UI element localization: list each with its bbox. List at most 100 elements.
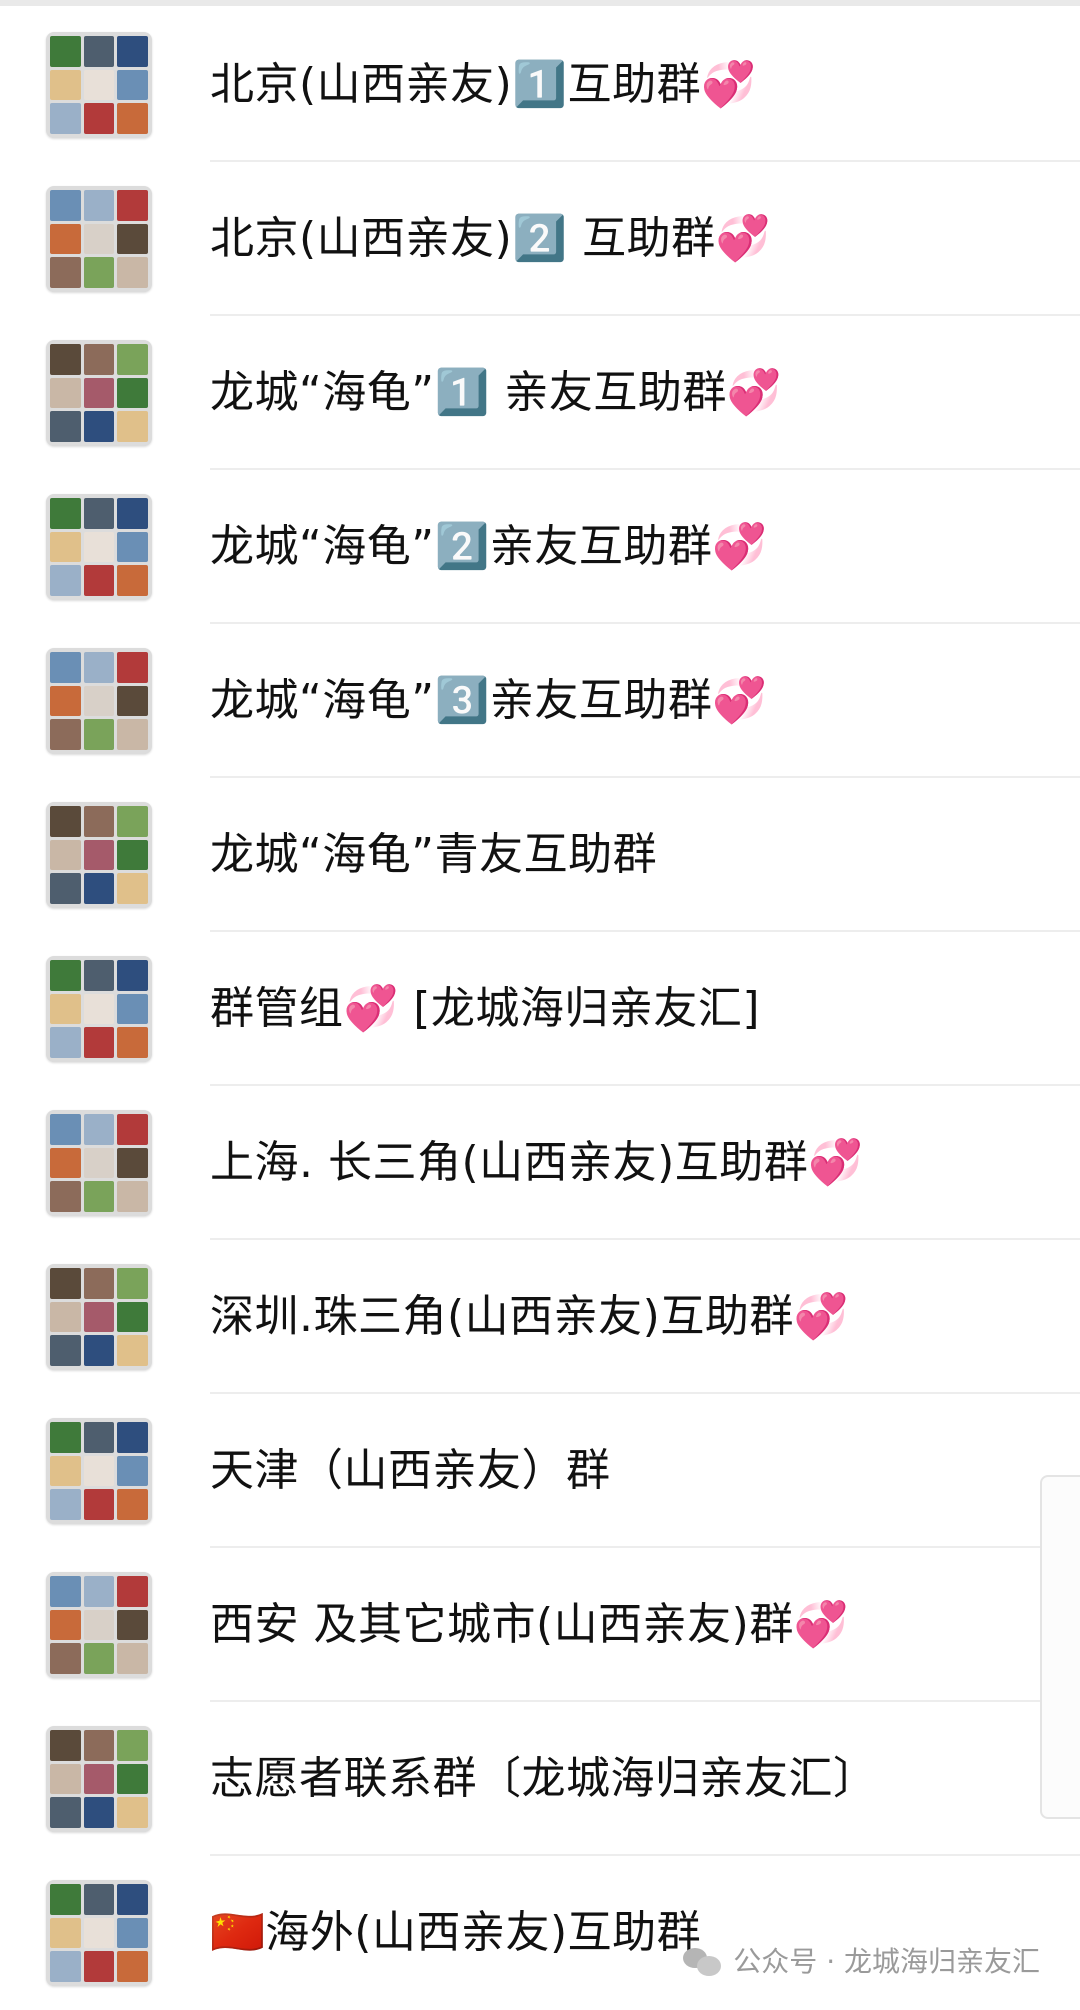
group-row[interactable]: 西安 及其它城市(山西亲友)群💞 (0, 1548, 1080, 1702)
avatar-tile (117, 1147, 148, 1179)
avatar-tile (117, 1643, 148, 1674)
avatar-tile (117, 1951, 148, 1982)
group-name: 龙城“海龟”2️⃣亲友互助群💞 (210, 521, 768, 572)
avatar-tile (50, 1797, 81, 1828)
group-name: 天津（山西亲友）群 (210, 1445, 611, 1496)
avatar-tile (50, 839, 81, 871)
group-name: 群管组💞 [龙城海归亲友汇] (210, 983, 761, 1034)
group-avatar (46, 802, 152, 908)
avatar-tile (83, 1422, 115, 1453)
group-name: 西安 及其它城市(山西亲友)群💞 (210, 1599, 850, 1650)
avatar-tile (117, 36, 148, 67)
group-row[interactable]: 龙城“海龟”3️⃣亲友互助群💞 (0, 624, 1080, 778)
avatar-tile (117, 1455, 148, 1487)
avatar-tile (117, 652, 148, 683)
avatar-tile (50, 411, 81, 442)
avatar-tile (117, 1609, 148, 1641)
scroll-indicator[interactable] (1040, 1475, 1080, 1819)
avatar-tile (117, 719, 148, 750)
avatar-tile (83, 411, 115, 442)
group-name: 北京(山西亲友)2️⃣ 互助群💞 (210, 213, 771, 264)
avatar-tile (83, 531, 115, 563)
avatar-tile (50, 223, 81, 255)
avatar-tile (83, 1489, 115, 1520)
avatar-tile (50, 565, 81, 596)
watermark: 公众号 · 龙城海归亲友汇 (683, 1932, 1040, 1992)
group-avatar (46, 648, 152, 754)
group-row[interactable]: 龙城“海龟”1️⃣ 亲友互助群💞 (0, 316, 1080, 470)
group-row[interactable]: 深圳.珠三角(山西亲友)互助群💞 (0, 1240, 1080, 1394)
group-avatar (46, 1726, 152, 1832)
avatar-tile (83, 36, 115, 67)
avatar-tile (117, 1181, 148, 1212)
avatar-tile (83, 685, 115, 717)
avatar-tile (50, 1422, 81, 1453)
group-avatar (46, 340, 152, 446)
avatar-tile (83, 806, 115, 837)
avatar-tile (117, 1114, 148, 1145)
group-row[interactable]: 天津（山西亲友）群 (0, 1394, 1080, 1548)
avatar-tile (50, 993, 81, 1025)
group-row[interactable]: 北京(山西亲友)2️⃣ 互助群💞 (0, 162, 1080, 316)
group-avatar (46, 1110, 152, 1216)
group-name: 龙城“海龟”3️⃣亲友互助群💞 (210, 675, 768, 726)
avatar-tile (50, 531, 81, 563)
avatar-tile (50, 685, 81, 717)
avatar-tile (117, 498, 148, 529)
group-row[interactable]: 北京(山西亲友)1️⃣互助群💞 (0, 8, 1080, 162)
group-name: 龙城“海龟”1️⃣ 亲友互助群💞 (210, 367, 783, 418)
avatar-tile (117, 1797, 148, 1828)
group-avatar (46, 956, 152, 1062)
avatar-tile (50, 873, 81, 904)
group-avatar (46, 32, 152, 138)
group-name: 上海. 长三角(山西亲友)互助群💞 (210, 1137, 864, 1188)
avatar-tile (117, 1763, 148, 1795)
avatar-tile (83, 652, 115, 683)
avatar-tile (50, 1335, 81, 1366)
avatar-tile (117, 1268, 148, 1299)
avatar-tile (83, 1576, 115, 1607)
group-row[interactable]: 龙城“海龟”青友互助群 (0, 778, 1080, 932)
group-row[interactable]: 群管组💞 [龙城海归亲友汇] (0, 932, 1080, 1086)
avatar-tile (50, 1609, 81, 1641)
avatar-tile (117, 1422, 148, 1453)
avatar-tile (50, 1027, 81, 1058)
avatar-tile (83, 719, 115, 750)
avatar-tile (117, 103, 148, 134)
avatar-tile (83, 960, 115, 991)
group-row[interactable]: 上海. 长三角(山西亲友)互助群💞 (0, 1086, 1080, 1240)
avatar-tile (83, 1643, 115, 1674)
avatar-tile (50, 1917, 81, 1949)
group-row[interactable]: 志愿者联系群〔龙城海归亲友汇〕 (0, 1702, 1080, 1856)
avatar-tile (117, 257, 148, 288)
avatar-tile (117, 1027, 148, 1058)
avatar-tile (50, 1884, 81, 1915)
group-name: 深圳.珠三角(山西亲友)互助群💞 (210, 1291, 850, 1342)
avatar-tile (117, 1917, 148, 1949)
avatar-tile (83, 344, 115, 375)
avatar-tile (83, 498, 115, 529)
avatar-tile (50, 36, 81, 67)
avatar-tile (50, 1301, 81, 1333)
group-row[interactable]: 龙城“海龟”2️⃣亲友互助群💞 (0, 470, 1080, 624)
avatar-tile (50, 1181, 81, 1212)
avatar-tile (117, 1576, 148, 1607)
wechat-icon (683, 1946, 723, 1978)
avatar-tile (83, 1730, 115, 1761)
avatar-tile (83, 257, 115, 288)
avatar-tile (50, 69, 81, 101)
avatar-tile (83, 103, 115, 134)
avatar-tile (117, 377, 148, 409)
avatar-tile (83, 1917, 115, 1949)
avatar-tile (117, 565, 148, 596)
group-name: 龙城“海龟”青友互助群 (210, 829, 658, 880)
avatar-tile (117, 806, 148, 837)
group-avatar (46, 186, 152, 292)
avatar-tile (83, 1301, 115, 1333)
group-name: 北京(山西亲友)1️⃣互助群💞 (210, 59, 757, 110)
group-name: 🇨🇳海外(山西亲友)互助群 (210, 1907, 702, 1958)
group-avatar (46, 1264, 152, 1370)
avatar-tile (83, 1147, 115, 1179)
group-avatar (46, 1418, 152, 1524)
watermark-text: 公众号 · 龙城海归亲友汇 (733, 1945, 1040, 1978)
